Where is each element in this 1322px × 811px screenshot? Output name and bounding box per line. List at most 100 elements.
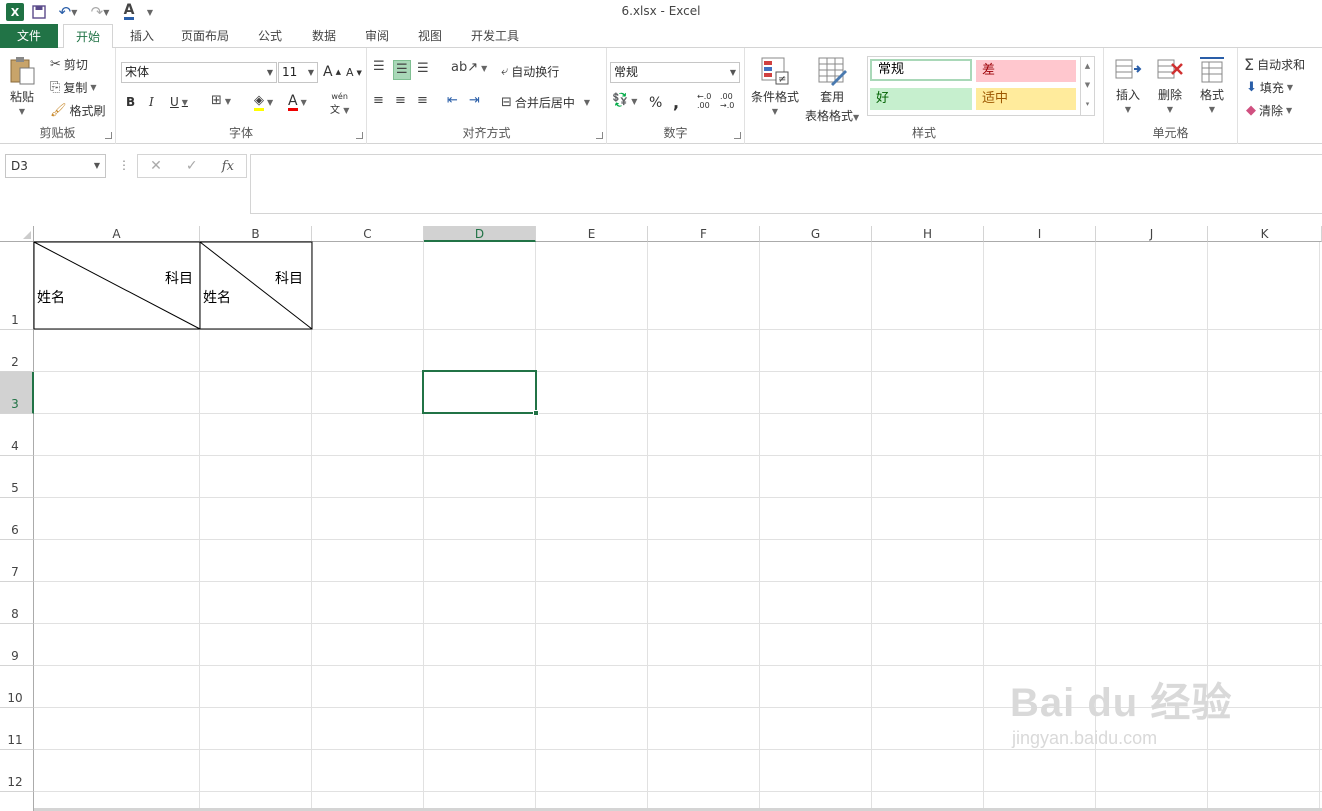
group-label-alignment: 对齐方式 xyxy=(462,126,511,140)
percent-button[interactable]: % xyxy=(649,95,662,111)
grow-font-button[interactable]: A ▲ xyxy=(323,64,341,80)
underline-button[interactable]: U ▼ xyxy=(170,95,188,109)
formula-input[interactable] xyxy=(250,154,1322,214)
group-label-styles: 样式 xyxy=(911,126,936,140)
format-as-table-icon xyxy=(818,57,848,86)
font-name-select[interactable]: 宋体 ▼ xyxy=(121,62,277,83)
group-label-cells: 单元格 xyxy=(1152,126,1189,140)
decrease-decimal-button[interactable]: .00 →.0 xyxy=(720,92,740,110)
accounting-format-button[interactable]: 💱 ▼ xyxy=(612,94,637,108)
group-label-clipboard: 剪贴板 xyxy=(39,126,76,140)
cell-b1-name: 姓名 xyxy=(203,290,231,306)
align-left-button[interactable]: ≡ xyxy=(373,94,384,108)
tab-review[interactable]: 审阅 xyxy=(355,24,399,48)
tab-insert[interactable]: 插入 xyxy=(120,24,164,48)
borders-icon: ⊞ xyxy=(211,93,222,108)
cell-a1-subject: 科目 xyxy=(165,271,193,287)
italic-button[interactable]: I xyxy=(149,95,154,109)
style-neutral[interactable]: 适中 xyxy=(976,88,1076,110)
format-painter-button[interactable]: 🖌 格式刷 xyxy=(50,102,106,119)
comma-button[interactable]: , xyxy=(673,93,679,112)
group-editing: Σ 自动求和 ⬇ 填充 ▼ ◆ 清除 ▼ xyxy=(1238,48,1322,144)
font-launcher-icon[interactable] xyxy=(356,132,363,139)
formula-bar-splitter[interactable]: ⋮ xyxy=(118,158,130,172)
watermark-url: jingyan.baidu.com xyxy=(1012,728,1158,748)
fill-color-button[interactable]: ◈ ▼ xyxy=(254,94,273,111)
tab-home[interactable]: 开始 xyxy=(63,24,113,49)
selected-cell-d3[interactable] xyxy=(422,370,537,414)
tab-file[interactable]: 文件 xyxy=(0,24,58,48)
clear-button[interactable]: ◆ 清除 ▼ xyxy=(1246,102,1292,119)
wrap-text-icon: ⤶ xyxy=(501,63,509,79)
cancel-formula-icon[interactable]: ✕ xyxy=(150,158,162,174)
phonetic-button[interactable]: wén 文 ▼ xyxy=(330,92,349,116)
cell-b1-subject: 科目 xyxy=(275,271,303,287)
styles-gallery: 常规 差 好 适中 ▲ ▼ ▾ xyxy=(867,56,1095,116)
ribbon: 粘贴 ▼ ✂ 剪切 ⎘ 复制 ▼ 🖌 格式刷 剪贴板 宋体 ▼ 11 ▼ A ▲ A ▼ B I… xyxy=(0,48,1322,144)
alignment-launcher-icon[interactable] xyxy=(596,132,603,139)
align-top-button[interactable]: ☰ xyxy=(373,60,385,74)
group-clipboard: 粘贴 ▼ ✂ 剪切 ⎘ 复制 ▼ 🖌 格式刷 剪贴板 xyxy=(0,48,116,144)
decrease-indent-button[interactable]: ⇤ xyxy=(447,94,458,108)
tab-formulas[interactable]: 公式 xyxy=(248,24,292,48)
watermark-main: Bai du 经验 xyxy=(1010,681,1233,725)
fill-button[interactable]: ⬇ 填充 ▼ xyxy=(1246,79,1293,96)
align-middle-button[interactable]: ☰ xyxy=(393,60,411,80)
clipboard-launcher-icon[interactable] xyxy=(105,132,112,139)
conditional-format-icon: ≠ xyxy=(761,57,789,85)
align-right-icon: ≡ xyxy=(417,93,428,108)
merge-center-button[interactable]: ⊟ 合并后居中 ▼ xyxy=(501,94,590,111)
styles-scroll[interactable]: ▲ ▼ ▾ xyxy=(1080,57,1094,115)
paste-button[interactable]: 粘贴 ▼ xyxy=(8,56,36,116)
orientation-button[interactable]: ab↗ ▼ xyxy=(451,61,487,75)
borders-button[interactable]: ⊞ ▼ xyxy=(211,94,231,108)
format-as-table-button[interactable]: 套用 表格格式▼ xyxy=(805,56,859,124)
name-box[interactable]: D3 ▼ xyxy=(5,154,106,178)
shrink-font-button[interactable]: A ▼ xyxy=(346,66,362,79)
delete-cells-icon xyxy=(1157,59,1183,79)
sigma-icon: Σ xyxy=(1244,54,1255,74)
style-normal[interactable]: 常规 xyxy=(870,59,972,81)
align-right-button[interactable]: ≡ xyxy=(417,94,428,108)
insert-cells-icon xyxy=(1115,59,1142,79)
paintbrush-icon: 🖌 xyxy=(50,102,67,118)
tab-data[interactable]: 数据 xyxy=(302,24,346,48)
delete-cells-button[interactable]: 删除 ▼ xyxy=(1156,56,1184,114)
insert-function-icon[interactable]: fx xyxy=(222,159,234,174)
autosum-button[interactable]: Σ 自动求和 xyxy=(1244,56,1305,73)
tab-page-layout[interactable]: 页面布局 xyxy=(172,24,238,48)
align-center-icon: ≡ xyxy=(395,93,406,108)
formula-bar: D3 ▼ ⋮ ✕ ✓ fx xyxy=(0,144,1322,226)
group-label-font: 字体 xyxy=(228,126,253,140)
tab-developer[interactable]: 开发工具 xyxy=(462,24,528,48)
align-bottom-icon: ☰ xyxy=(417,61,429,76)
fill-handle[interactable] xyxy=(533,410,539,416)
window-title: 6.xlsx - Excel xyxy=(621,4,701,18)
merge-center-icon: ⊟ xyxy=(501,94,512,110)
cell-a1-name: 姓名 xyxy=(37,290,65,306)
increase-indent-button[interactable]: ⇥ xyxy=(469,94,480,108)
insert-cells-button[interactable]: 插入 ▼ xyxy=(1114,56,1142,114)
bold-button[interactable]: B xyxy=(126,95,135,109)
baidu-watermark: Bai du 经验 jingyan.baidu.com xyxy=(1010,670,1232,749)
number-format-select[interactable]: 常规 ▼ xyxy=(610,62,740,83)
format-cells-button[interactable]: 格式 ▼ xyxy=(1198,56,1226,114)
paint-bucket-icon: ◈ xyxy=(254,94,264,111)
group-label-number: 数字 xyxy=(663,126,688,140)
font-color-button[interactable]: A ▼ xyxy=(288,94,307,111)
align-center-button[interactable]: ≡ xyxy=(395,94,406,108)
wrap-text-button[interactable]: ⤶ 自动换行 xyxy=(501,63,559,80)
number-launcher-icon[interactable] xyxy=(734,132,741,139)
align-bottom-button[interactable]: ☰ xyxy=(417,62,429,76)
tab-view[interactable]: 视图 xyxy=(408,24,452,48)
copy-button[interactable]: ⎘ 复制 ▼ xyxy=(50,79,97,96)
increase-decimal-button[interactable]: ←.0 .00 xyxy=(697,92,717,110)
cut-button[interactable]: ✂ 剪切 xyxy=(50,56,88,73)
font-size-select[interactable]: 11 ▼ xyxy=(278,62,318,83)
style-good[interactable]: 好 xyxy=(870,88,972,110)
format-cells-icon xyxy=(1200,57,1224,83)
enter-formula-icon[interactable]: ✓ xyxy=(186,158,198,174)
style-bad[interactable]: 差 xyxy=(976,60,1076,82)
conditional-format-button[interactable]: ≠ 条件格式 ▼ xyxy=(751,56,799,116)
svg-text:≠: ≠ xyxy=(778,74,786,85)
